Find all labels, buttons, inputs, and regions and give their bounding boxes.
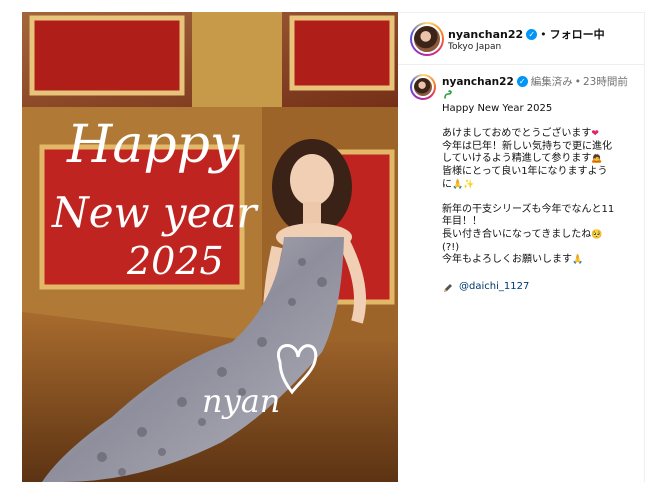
header-username[interactable]: nyanchan22 <box>448 28 523 41</box>
caption-separator: • <box>574 75 581 88</box>
caption-line: していけるよう精進して参ります🙇 <box>442 153 603 165</box>
location-link[interactable]: Tokyo Japan <box>448 42 501 52</box>
post-time[interactable]: 23時間前 <box>583 74 628 89</box>
caption-body: Happy New Year 2025 あけましておめでとうございます❤ 今年は… <box>442 103 640 294</box>
verified-badge-icon: ✓ <box>526 28 538 40</box>
caption-avatar[interactable] <box>410 74 436 100</box>
folded-hands-icon: 🙏 <box>572 255 584 266</box>
verified-badge-icon: ✓ <box>516 76 528 87</box>
caption-meta: nyanchan22 ✓ 編集済み • 23時間前 <box>442 74 628 89</box>
post-photo[interactable]: Happy New year 2025 nyan <box>22 12 398 482</box>
post-header: nyanchan22 ✓ • フォロー中 Tokyo Japan <box>398 13 645 65</box>
header-separator: • <box>540 27 547 41</box>
handwriting-new-year: New year <box>51 188 260 237</box>
caption-line: あけましておめでとうございます❤ <box>442 128 599 140</box>
post-side-panel: nyanchan22 ✓ • フォロー中 Tokyo Japan nyancha… <box>398 12 645 482</box>
avatar-image <box>412 76 434 98</box>
sparkles-icon: ✨ <box>463 179 475 190</box>
handwriting-signature: nyan <box>202 382 280 420</box>
handwriting-year: 2025 <box>126 239 224 283</box>
caption-line: 今年は巳年！新しい気持ちで更に進化 <box>442 140 612 152</box>
bowing-person-icon: 🙇 <box>591 154 603 165</box>
pleading-face-icon: 🥺 <box>591 229 603 240</box>
mention-link[interactable]: @daichi_1127 <box>459 281 529 294</box>
caption-line: 今年もよろしくお願いします🙏 <box>442 254 584 266</box>
caption-line: 新年の干支シリーズも今年でなんと11 <box>442 203 615 215</box>
photo-credit: @daichi_1127 <box>442 281 640 294</box>
caption-line: Happy New Year 2025 <box>442 103 553 114</box>
red-heart-icon: ❤ <box>591 129 599 140</box>
caption-line: 皆様にとって良い1年になりますよう <box>442 165 608 177</box>
handwriting-happy: Happy <box>66 115 240 175</box>
photo-illustration: Happy New year 2025 nyan <box>22 12 398 482</box>
edited-label: 編集済み <box>530 76 573 88</box>
instagram-post: Happy New year 2025 nyan nyanchan22 ✓ • … <box>0 0 645 491</box>
bowing-person-icon: 🙏 <box>452 179 464 190</box>
header-avatar[interactable] <box>410 22 444 56</box>
snake-emoji-icon <box>444 90 452 99</box>
post-caption: nyanchan22 ✓ 編集済み • 23時間前 Happy New Year… <box>398 65 645 483</box>
caption-line: (?!) <box>442 241 460 253</box>
caption-line: 年目！！ <box>442 216 482 228</box>
avatar-image <box>412 24 442 54</box>
following-button[interactable]: フォロー中 <box>550 26 605 42</box>
caption-line: に🙏✨ <box>442 178 475 190</box>
caption-line: 長い付き合いになってきましたね🥺 <box>442 228 603 240</box>
caption-username[interactable]: nyanchan22 <box>442 76 514 88</box>
header-user-line: nyanchan22 ✓ • フォロー中 <box>448 26 605 42</box>
pencil-icon <box>444 283 452 292</box>
